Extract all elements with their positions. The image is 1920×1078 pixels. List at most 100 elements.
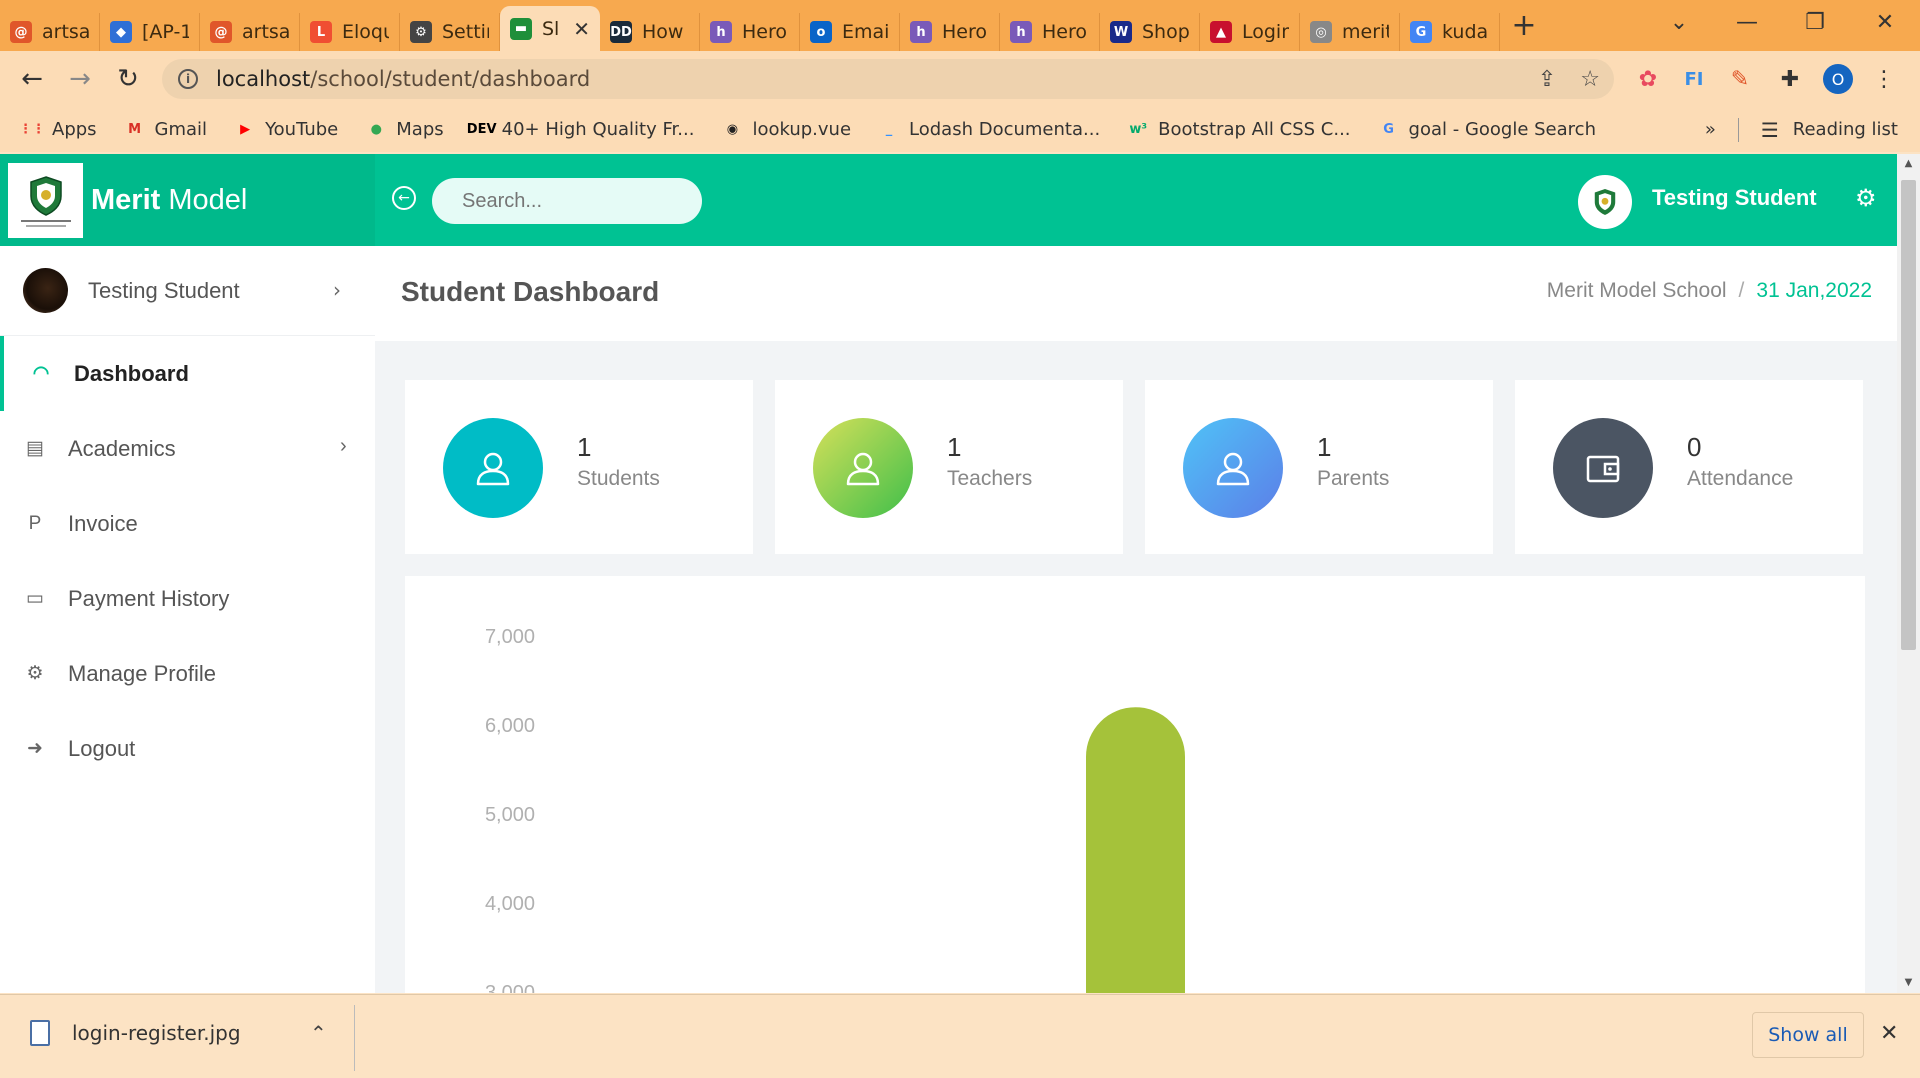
profile-avatar[interactable]: O: [1820, 51, 1856, 107]
sidebar-toggle-icon[interactable]: ←: [392, 186, 416, 210]
sidebar-item-logout[interactable]: ➜ Logout: [0, 711, 375, 786]
stat-card-teachers[interactable]: 1 Teachers: [775, 380, 1123, 554]
y-tick-label: 7,000: [485, 626, 535, 648]
y-tick-label: 5,000: [485, 804, 535, 826]
bookmark-item[interactable]: ▶ YouTube: [235, 119, 338, 140]
y-tick-label: 4,000: [485, 893, 535, 915]
scroll-down-arrow-icon[interactable]: ▼: [1897, 973, 1920, 993]
bookmark-label: Maps: [396, 119, 444, 140]
sidebar-user[interactable]: Testing Student ›: [0, 246, 375, 336]
stat-card-students[interactable]: 1 Students: [405, 380, 753, 554]
browser-tab[interactable]: ▲ Login: [1200, 13, 1300, 51]
breadcrumb-school[interactable]: Merit Model School: [1547, 279, 1727, 302]
tab-favicon-icon: ◆: [110, 21, 132, 43]
site-info-icon[interactable]: i: [178, 69, 198, 89]
browser-tab[interactable]: ◆ [AP-1: [100, 13, 200, 51]
share-icon[interactable]: ⇪: [1538, 67, 1556, 92]
scroll-thumb[interactable]: [1901, 180, 1916, 650]
sidebar-item-payment-history[interactable]: ▭ Payment History: [0, 561, 375, 636]
search-input[interactable]: [462, 189, 727, 213]
tab-favicon-icon: L: [310, 21, 332, 43]
extensions-puzzle-icon[interactable]: ✚: [1772, 51, 1808, 107]
browser-tab[interactable]: h Hero: [900, 13, 1000, 51]
sidebar-item-manage-profile[interactable]: ⚙ Manage Profile: [0, 636, 375, 711]
minimize-button[interactable]: —: [1713, 0, 1781, 45]
bookmark-item[interactable]: ◉ lookup.vue: [722, 119, 851, 140]
pen-extension-icon[interactable]: ✎: [1722, 51, 1758, 107]
bookmark-item[interactable]: w³ Bootstrap All CSS C...: [1128, 119, 1350, 140]
close-window-button[interactable]: ✕: [1851, 0, 1919, 45]
bookmark-star-icon[interactable]: ☆: [1580, 67, 1600, 92]
show-all-button[interactable]: Show all: [1752, 1012, 1864, 1058]
tab-favicon-icon: W: [1110, 21, 1132, 43]
bookmark-item[interactable]: M Gmail: [125, 119, 207, 140]
avatar: [23, 268, 68, 313]
reload-button[interactable]: ↻: [104, 55, 152, 103]
stat-card-parents[interactable]: 1 Parents: [1145, 380, 1493, 554]
chevron-up-icon[interactable]: ⌃: [310, 1021, 327, 1045]
sidebar-item-invoice[interactable]: P Invoice: [0, 486, 375, 561]
bookmark-item[interactable]: DEV 40+ High Quality Fr...: [467, 119, 695, 140]
browser-tab[interactable]: Gkuda: [1400, 13, 1500, 51]
bookmark-label: lookup.vue: [752, 119, 852, 140]
more-bookmarks-button[interactable]: »: [1705, 119, 1716, 140]
browser-tab[interactable]: @ artsa: [0, 13, 100, 51]
tab-favicon-icon: ▲: [1210, 21, 1232, 43]
browser-tab[interactable]: @ artsa: [200, 13, 300, 51]
stat-label: Teachers: [947, 467, 1033, 490]
browser-tab[interactable]: W Shop: [1100, 13, 1200, 51]
tab-active[interactable]: ▬ Sl ✕: [500, 6, 600, 51]
browser-menu-icon[interactable]: ⋮: [1866, 51, 1902, 107]
header-avatar[interactable]: [1578, 175, 1632, 229]
settings-gear-icon[interactable]: ⚙: [1855, 184, 1877, 212]
scroll-up-arrow-icon[interactable]: ▲: [1897, 154, 1920, 174]
close-shelf-icon[interactable]: ✕: [1880, 1021, 1898, 1046]
youtube-icon: ▶: [240, 122, 251, 137]
stat-value: 1: [947, 432, 962, 462]
sidebar-item-label: Dashboard: [74, 360, 189, 386]
color-picker-extension-icon[interactable]: ✿: [1630, 51, 1666, 107]
sidebar-item-label: Payment History: [68, 585, 230, 611]
sidebar-item-academics[interactable]: ▤ Academics ›: [0, 411, 375, 486]
address-bar[interactable]: i localhost/school/student/dashboard ⇪ ☆: [162, 59, 1614, 99]
download-item[interactable]: login-register.jpg: [30, 1020, 241, 1046]
header-user-name[interactable]: Testing Student: [1652, 185, 1817, 211]
browser-tab[interactable]: ◎ merit: [1300, 13, 1400, 51]
restore-button[interactable]: ❐: [1781, 0, 1849, 45]
bookmark-item[interactable]: ⋮⋮ Apps: [19, 119, 97, 140]
page-viewport: Merit Model ← Testing Student ⚙ Testing …: [0, 154, 1897, 993]
browser-tab[interactable]: h Hero: [1000, 13, 1100, 51]
search-box[interactable]: [432, 178, 727, 224]
close-tab-icon[interactable]: ✕: [573, 17, 590, 41]
y-tick-label: 3,000: [485, 982, 535, 993]
bookmark-item[interactable]: Ggoal - Google Search: [1379, 119, 1596, 140]
reading-list-icon[interactable]: ☰: [1761, 118, 1779, 142]
image-file-icon: [30, 1020, 50, 1046]
tab-search-icon[interactable]: ⌄: [1645, 0, 1713, 45]
stat-label: Attendance: [1687, 467, 1794, 490]
page-scrollbar[interactable]: ▲ ▼: [1897, 154, 1920, 993]
stat-card-attendance[interactable]: 0 Attendance: [1515, 380, 1863, 554]
forward-button[interactable]: →: [56, 55, 104, 103]
chart-bar[interactable]: [1086, 707, 1185, 993]
book-icon: ▤: [26, 438, 44, 459]
bookmark-item[interactable]: ● Maps: [366, 119, 444, 140]
browser-tab[interactable]: DD How: [600, 13, 700, 51]
tab-favicon-icon: h: [710, 21, 732, 43]
browser-tab[interactable]: L Eloqu: [300, 13, 400, 51]
tab-favicon-icon: DD: [610, 21, 632, 43]
reading-list-button[interactable]: Reading list: [1793, 119, 1898, 140]
back-button[interactable]: ←: [8, 55, 56, 103]
apps-grid-icon: ⋮⋮: [19, 122, 45, 137]
tab-favicon-icon: h: [1010, 21, 1032, 43]
bookmark-item[interactable]: _ Lodash Documenta...: [879, 119, 1100, 140]
stat-value: 0: [1687, 432, 1702, 462]
stat-label: Parents: [1317, 467, 1390, 490]
fi-extension-icon[interactable]: FI: [1676, 51, 1712, 107]
new-tab-button[interactable]: +: [1500, 8, 1548, 43]
browser-tab[interactable]: h Hero: [700, 13, 800, 51]
browser-tab[interactable]: o Emai: [800, 13, 900, 51]
brand[interactable]: Merit Model: [0, 154, 375, 246]
browser-tab[interactable]: ⚙ Settir: [400, 13, 500, 51]
sidebar-item-dashboard[interactable]: ◠ Dashboard: [0, 336, 375, 411]
